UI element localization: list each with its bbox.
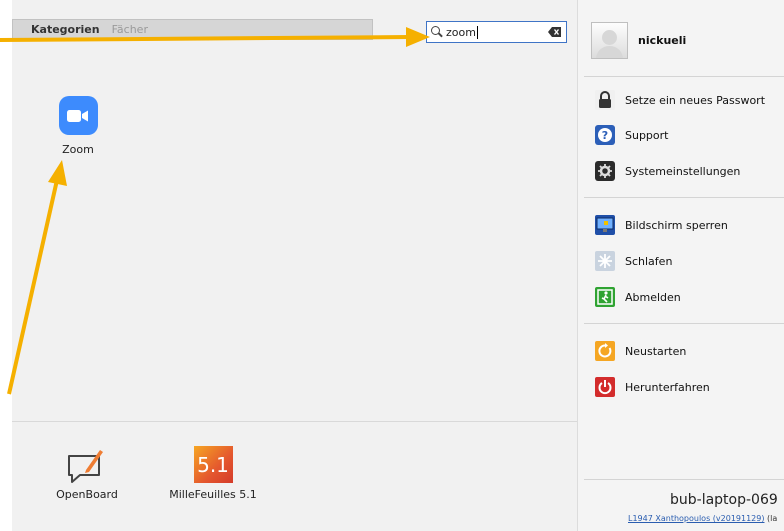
menu-item-change-password[interactable]: Setze ein neues Passwort bbox=[595, 90, 765, 110]
menu-label-shutdown: Herunterfahren bbox=[625, 380, 710, 394]
menu-item-settings[interactable]: Systemeinstellungen bbox=[595, 161, 740, 181]
app-label-millefeuilles: MilleFeuilles 5.1 bbox=[169, 488, 257, 501]
logout-icon bbox=[595, 287, 615, 307]
clear-search-icon[interactable] bbox=[548, 27, 561, 37]
search-value[interactable]: zoom bbox=[446, 25, 478, 39]
menu-label-restart: Neustarten bbox=[625, 344, 687, 358]
menu-label-sleep: Schlafen bbox=[625, 254, 673, 268]
avatar-body bbox=[596, 46, 623, 58]
tab-categories[interactable]: Kategorien bbox=[31, 23, 100, 36]
menu-item-logout[interactable]: Abmelden bbox=[595, 287, 681, 307]
sleep-icon bbox=[595, 251, 615, 271]
separator-1 bbox=[584, 76, 784, 77]
zoom-video-icon bbox=[58, 96, 98, 135]
search-input[interactable]: zoom bbox=[426, 21, 567, 43]
lock-screen-icon bbox=[595, 215, 615, 235]
millefeuilles-icon: 5.1 bbox=[193, 446, 233, 483]
menu-label-change-password: Setze ein neues Passwort bbox=[625, 93, 766, 107]
launcher-main-panel: Kategorien Fächer zoom Zoom OpenBoard 5.… bbox=[0, 0, 577, 531]
avatar bbox=[591, 22, 628, 59]
app-label-zoom: Zoom bbox=[62, 143, 94, 156]
menu-label-support: Support bbox=[625, 128, 669, 142]
menu-item-sleep[interactable]: Schlafen bbox=[595, 251, 672, 271]
separator-2 bbox=[584, 197, 784, 198]
search-icon bbox=[431, 26, 443, 38]
version-extra: (la bbox=[767, 514, 778, 523]
svg-text:?: ? bbox=[602, 129, 608, 142]
avatar-head bbox=[602, 30, 617, 45]
version-info: L1947 Xanthopoulos (v20191129) (la bbox=[628, 514, 777, 523]
session-panel: nickueli Setze ein neues Passwort ? Supp… bbox=[577, 0, 784, 531]
restart-icon bbox=[595, 341, 615, 361]
left-edge bbox=[0, 0, 12, 531]
lock-icon bbox=[595, 90, 615, 110]
help-icon: ? bbox=[595, 125, 615, 145]
settings-icon bbox=[595, 161, 615, 181]
menu-label-lock-screen: Bildschirm sperren bbox=[625, 218, 728, 232]
millefeuilles-icon-text: 5.1 bbox=[197, 452, 229, 477]
tab-subjects[interactable]: Fächer bbox=[112, 23, 148, 36]
version-link[interactable]: L1947 Xanthopoulos (v20191129) bbox=[628, 514, 764, 523]
username: nickueli bbox=[638, 34, 687, 47]
app-tile-openboard[interactable]: OpenBoard bbox=[52, 446, 122, 501]
menu-item-support[interactable]: ? Support bbox=[595, 125, 668, 145]
favorites-divider bbox=[12, 421, 577, 422]
separator-4 bbox=[584, 479, 784, 480]
app-tile-millefeuilles[interactable]: 5.1 MilleFeuilles 5.1 bbox=[158, 446, 268, 501]
openboard-icon bbox=[68, 450, 103, 483]
separator-3 bbox=[584, 323, 784, 324]
menu-label-settings: Systemeinstellungen bbox=[625, 164, 741, 178]
menu-item-lock-screen[interactable]: Bildschirm sperren bbox=[595, 215, 728, 235]
app-label-openboard: OpenBoard bbox=[56, 488, 118, 501]
app-tile-zoom[interactable]: Zoom bbox=[50, 96, 106, 156]
menu-label-logout: Abmelden bbox=[625, 290, 681, 304]
category-tabs: Kategorien Fächer bbox=[12, 19, 373, 40]
hostname: bub-laptop-069 bbox=[670, 492, 778, 508]
menu-item-restart[interactable]: Neustarten bbox=[595, 341, 686, 361]
menu-item-shutdown[interactable]: Herunterfahren bbox=[595, 377, 710, 397]
power-icon bbox=[595, 377, 615, 397]
